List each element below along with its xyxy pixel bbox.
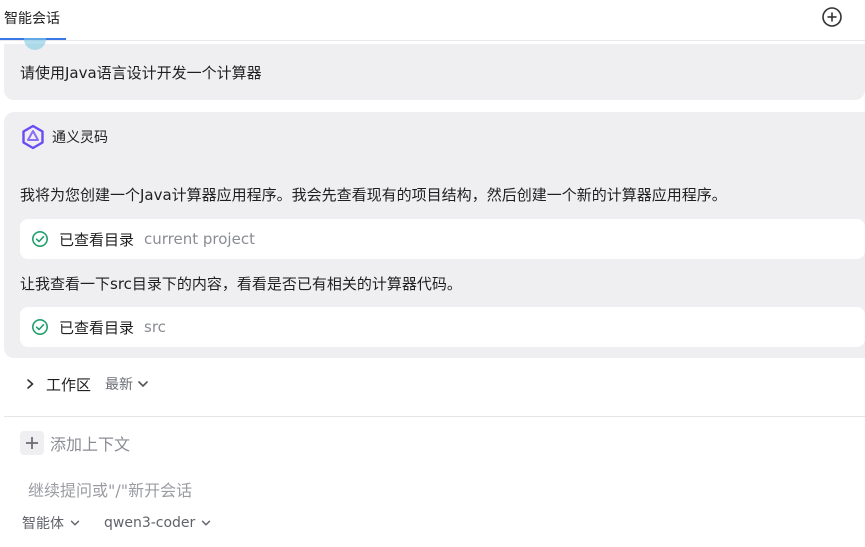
user-avatar <box>24 38 46 50</box>
assistant-paragraph: 让我查看一下src目录下的内容，看看是否已有相关的计算器代码。 <box>20 275 462 293</box>
chevron-right-icon <box>27 379 34 389</box>
check-circle-icon <box>32 231 48 247</box>
tool-call-view-directory[interactable]: 已查看目录 src <box>20 307 865 347</box>
chevron-down-icon <box>70 520 80 526</box>
tool-call-argument: current project <box>144 230 255 248</box>
new-chat-icon[interactable] <box>821 6 843 28</box>
model-select[interactable]: qwen3-coder <box>104 515 211 531</box>
add-context-label: 添加上下文 <box>50 435 131 454</box>
mode-label: 智能体 <box>22 516 64 532</box>
assistant-header: 通义灵码 <box>20 124 108 150</box>
chat-input-field[interactable]: 继续提问或"/"新开会话 <box>28 477 192 501</box>
workspace-sort-select[interactable]: 最新 <box>105 374 133 394</box>
workspace-label: 工作区 <box>46 375 92 394</box>
tab-smart-chat[interactable]: 智能会话 <box>4 8 60 28</box>
check-circle-icon <box>32 319 48 335</box>
chat-input-area: 添加上下文 继续提问或"/"新开会话 智能体 qwen3-coder <box>4 416 865 547</box>
assistant-message-card: 通义灵码 我将为您创建一个Java计算器应用程序。我会先查看现有的项目结构，然后… <box>4 112 865 358</box>
input-footer: 智能体 qwen3-coder <box>22 513 211 533</box>
add-context-button[interactable]: 添加上下文 <box>20 431 130 455</box>
chevron-down-icon <box>202 520 211 526</box>
tool-call-argument: src <box>144 318 166 336</box>
assistant-name: 通义灵码 <box>52 130 108 146</box>
tool-call-label: 已查看目录 <box>59 318 135 337</box>
plus-icon <box>20 431 44 455</box>
workspace-toggle[interactable]: 工作区 最新 <box>4 364 865 404</box>
chat-header: 智能会话 <box>0 0 865 41</box>
tool-call-label: 已查看目录 <box>59 230 135 249</box>
mode-select[interactable]: 智能体 <box>22 513 80 533</box>
chevron-down-icon[interactable] <box>137 378 149 390</box>
user-message-text: 请使用Java语言设计开发一个计算器 <box>20 64 262 82</box>
user-message-bubble: 请使用Java语言设计开发一个计算器 <box>4 38 865 100</box>
tongyi-logo-icon <box>22 124 44 150</box>
model-label: qwen3-coder <box>104 515 196 531</box>
tool-call-view-directory[interactable]: 已查看目录 current project <box>20 219 865 259</box>
assistant-paragraph: 我将为您创建一个Java计算器应用程序。我会先查看现有的项目结构，然后创建一个新… <box>20 186 727 204</box>
